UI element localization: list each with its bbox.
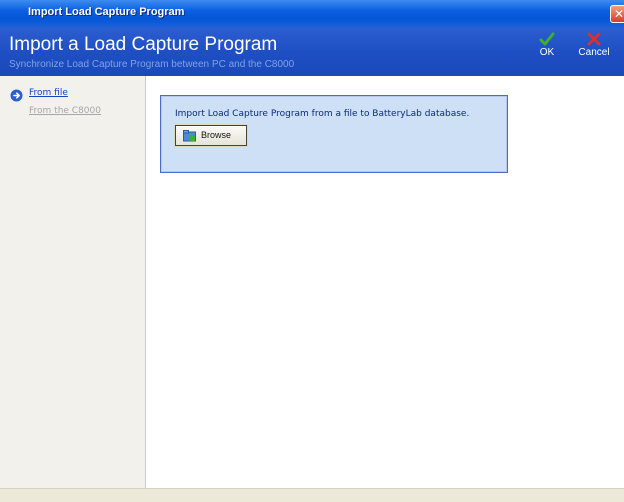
status-bar: [0, 488, 624, 502]
import-panel: Import Load Capture Program from a file …: [160, 95, 508, 173]
sidebar: From file From the C8000: [0, 76, 146, 488]
close-button[interactable]: ✕: [610, 5, 624, 23]
header-subtitle: Synchronize Load Capture Program between…: [9, 59, 295, 70]
folder-icon: [183, 130, 196, 142]
main-content: Import Load Capture Program from a file …: [146, 76, 624, 488]
window-title: Import Load Capture Program: [28, 6, 185, 18]
header-title: Import a Load Capture Program: [9, 34, 278, 55]
blue-arrow-icon: [10, 89, 23, 102]
dialog-header: Import a Load Capture Program Synchroniz…: [0, 27, 624, 76]
sidebar-item-from-file[interactable]: From file: [29, 88, 68, 98]
panel-description: Import Load Capture Program from a file …: [175, 109, 470, 119]
green-check-icon: [539, 32, 555, 46]
title-bar: Import Load Capture Program ✕: [0, 0, 624, 27]
cancel-button[interactable]: Cancel: [577, 31, 611, 58]
browse-label: Browse: [201, 130, 232, 140]
red-x-icon: [587, 32, 601, 46]
browse-button[interactable]: Browse: [174, 124, 248, 147]
close-icon: ✕: [613, 7, 624, 21]
sidebar-item-from-c8000[interactable]: From the C8000: [29, 106, 101, 116]
ok-button[interactable]: OK: [535, 31, 559, 58]
ok-label: OK: [539, 47, 555, 58]
cancel-label: Cancel: [578, 47, 610, 58]
